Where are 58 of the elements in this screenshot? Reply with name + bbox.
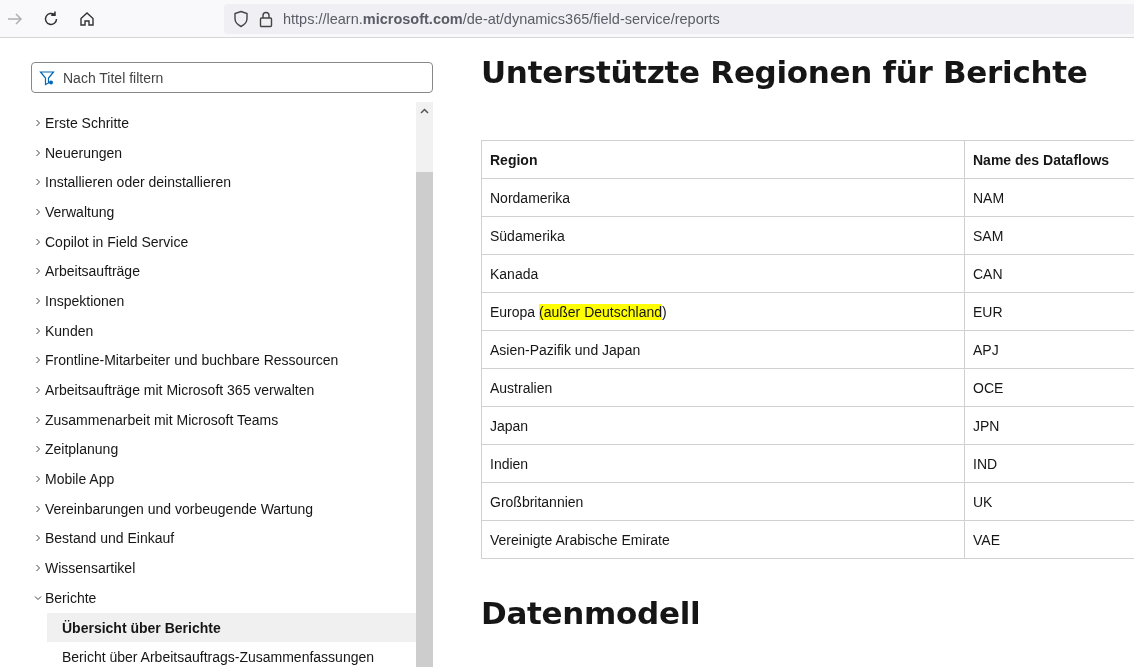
chevron-right-icon[interactable] — [34, 207, 42, 216]
chevron-right-icon[interactable] — [34, 415, 42, 424]
nav-item[interactable]: Kunden — [45, 322, 94, 339]
scroll-up-icon[interactable] — [420, 108, 429, 114]
reload-icon[interactable] — [42, 9, 60, 28]
filter-icon — [39, 70, 55, 86]
nav-item[interactable]: Zusammenarbeit mit Microsoft Teams — [45, 411, 279, 428]
chevron-right-icon[interactable] — [34, 564, 42, 573]
nav-item[interactable]: Neuerungen — [45, 144, 123, 161]
nav-item[interactable]: Vereinbarungen und vorbeugende Wartung — [45, 500, 314, 517]
nav-item[interactable]: Berichte — [45, 589, 97, 606]
chevron-right-icon[interactable] — [34, 267, 42, 276]
nav-item[interactable]: Arbeitsaufträge — [45, 263, 140, 280]
chevron-right-icon[interactable] — [34, 296, 42, 305]
column-header: Region — [481, 140, 965, 179]
table-cell: Australien — [481, 368, 965, 407]
table-cell: Vereinigte Arabische Emirate — [481, 520, 965, 559]
chevron-right-icon[interactable] — [34, 237, 42, 246]
nav-item[interactable]: Arbeitsaufträge mit Microsoft 365 verwalten — [45, 382, 315, 399]
nav-item[interactable]: Verwaltung — [45, 203, 115, 220]
nav-item[interactable]: Installieren oder deinstallieren — [45, 174, 231, 191]
chevron-right-icon[interactable] — [34, 118, 42, 127]
table-cell: Indien — [481, 444, 965, 483]
table-cell: Nordamerika — [481, 178, 965, 217]
address-bar[interactable]: https://learn.microsoft.com/de-at/dynamics365/field-service/reports — [224, 3, 1134, 34]
filter-field[interactable]: Nach Titel filtern — [31, 62, 433, 93]
chevron-right-icon[interactable] — [34, 326, 42, 335]
nav-item[interactable]: Mobile App — [45, 471, 115, 488]
nav-item[interactable]: Wissensartikel — [45, 560, 136, 577]
chevron-right-icon[interactable] — [34, 148, 42, 157]
page-title: Unterstützte Regionen für Berichte — [481, 54, 1088, 90]
chevron-right-icon[interactable] — [34, 445, 42, 454]
table-cell: Südamerika — [481, 216, 965, 255]
column-header: Name des Dataflows — [964, 140, 1134, 179]
table-cell: Asien-Pazifik und Japan — [481, 330, 965, 369]
table-cell: Kanada — [481, 254, 965, 293]
chevron-down-icon[interactable] — [34, 593, 42, 602]
chevron-right-icon[interactable] — [34, 504, 42, 513]
nav-item[interactable]: Bestand und Einkauf — [45, 530, 175, 547]
chevron-right-icon[interactable] — [34, 356, 42, 365]
lock-icon — [259, 9, 273, 28]
chevron-right-icon[interactable] — [34, 386, 42, 395]
table-cell: Europa (außer Deutschland) — [481, 292, 965, 331]
chevron-right-icon[interactable] — [34, 534, 42, 543]
nav-item[interactable]: Copilot in Field Service — [45, 233, 189, 250]
shield-icon[interactable] — [233, 9, 249, 28]
table-cell: Großbritannien — [481, 482, 965, 521]
url-text: https://learn.microsoft.com/de-at/dynamics365/field-service/reports — [283, 10, 720, 27]
chevron-right-icon[interactable] — [34, 475, 42, 484]
nav-subitem[interactable]: Übersicht über Berichte — [47, 612, 416, 643]
nav-subitem[interactable]: Bericht über Arbeitsauftrags-Zusammenfassungen — [47, 642, 416, 667]
section-heading: Datenmodell — [481, 595, 701, 631]
chevron-right-icon[interactable] — [34, 178, 42, 187]
nav-item[interactable]: Erste Schritte — [45, 114, 130, 131]
nav-item[interactable]: Inspektionen — [45, 292, 125, 309]
nav-item[interactable]: Frontline-Mitarbeiter und buchbare Ressourcen — [45, 352, 339, 369]
table-cell: Japan — [481, 406, 965, 445]
nav-item[interactable]: Zeitplanung — [45, 441, 119, 458]
